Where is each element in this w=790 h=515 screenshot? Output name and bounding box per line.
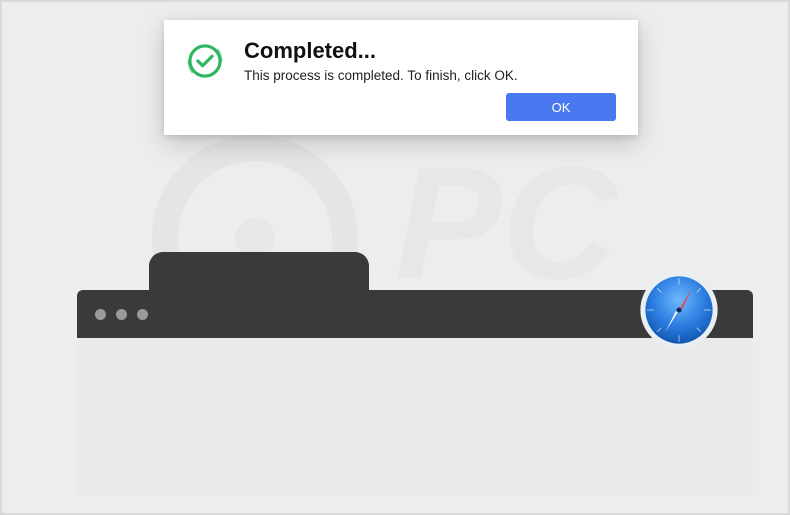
completed-dialog: Completed... This process is completed. … [164, 20, 638, 135]
window-dot [116, 309, 127, 320]
window-dot [95, 309, 106, 320]
browser-window-mock [77, 290, 753, 495]
window-dot [137, 309, 148, 320]
dialog-message: This process is completed. To finish, cl… [244, 68, 616, 83]
screenshot-canvas: PC risk.com [0, 0, 790, 515]
dialog-content-row: Completed... This process is completed. … [186, 38, 616, 83]
browser-viewport [77, 338, 753, 495]
ok-button[interactable]: OK [506, 93, 616, 121]
checkmark-circle-icon [186, 42, 224, 80]
svg-text:PC: PC [395, 133, 620, 312]
window-controls [95, 309, 148, 320]
browser-tab [149, 252, 369, 290]
dialog-title: Completed... [244, 38, 616, 64]
dialog-actions: OK [186, 93, 616, 121]
safari-icon [637, 268, 721, 352]
dialog-text-block: Completed... This process is completed. … [244, 38, 616, 83]
